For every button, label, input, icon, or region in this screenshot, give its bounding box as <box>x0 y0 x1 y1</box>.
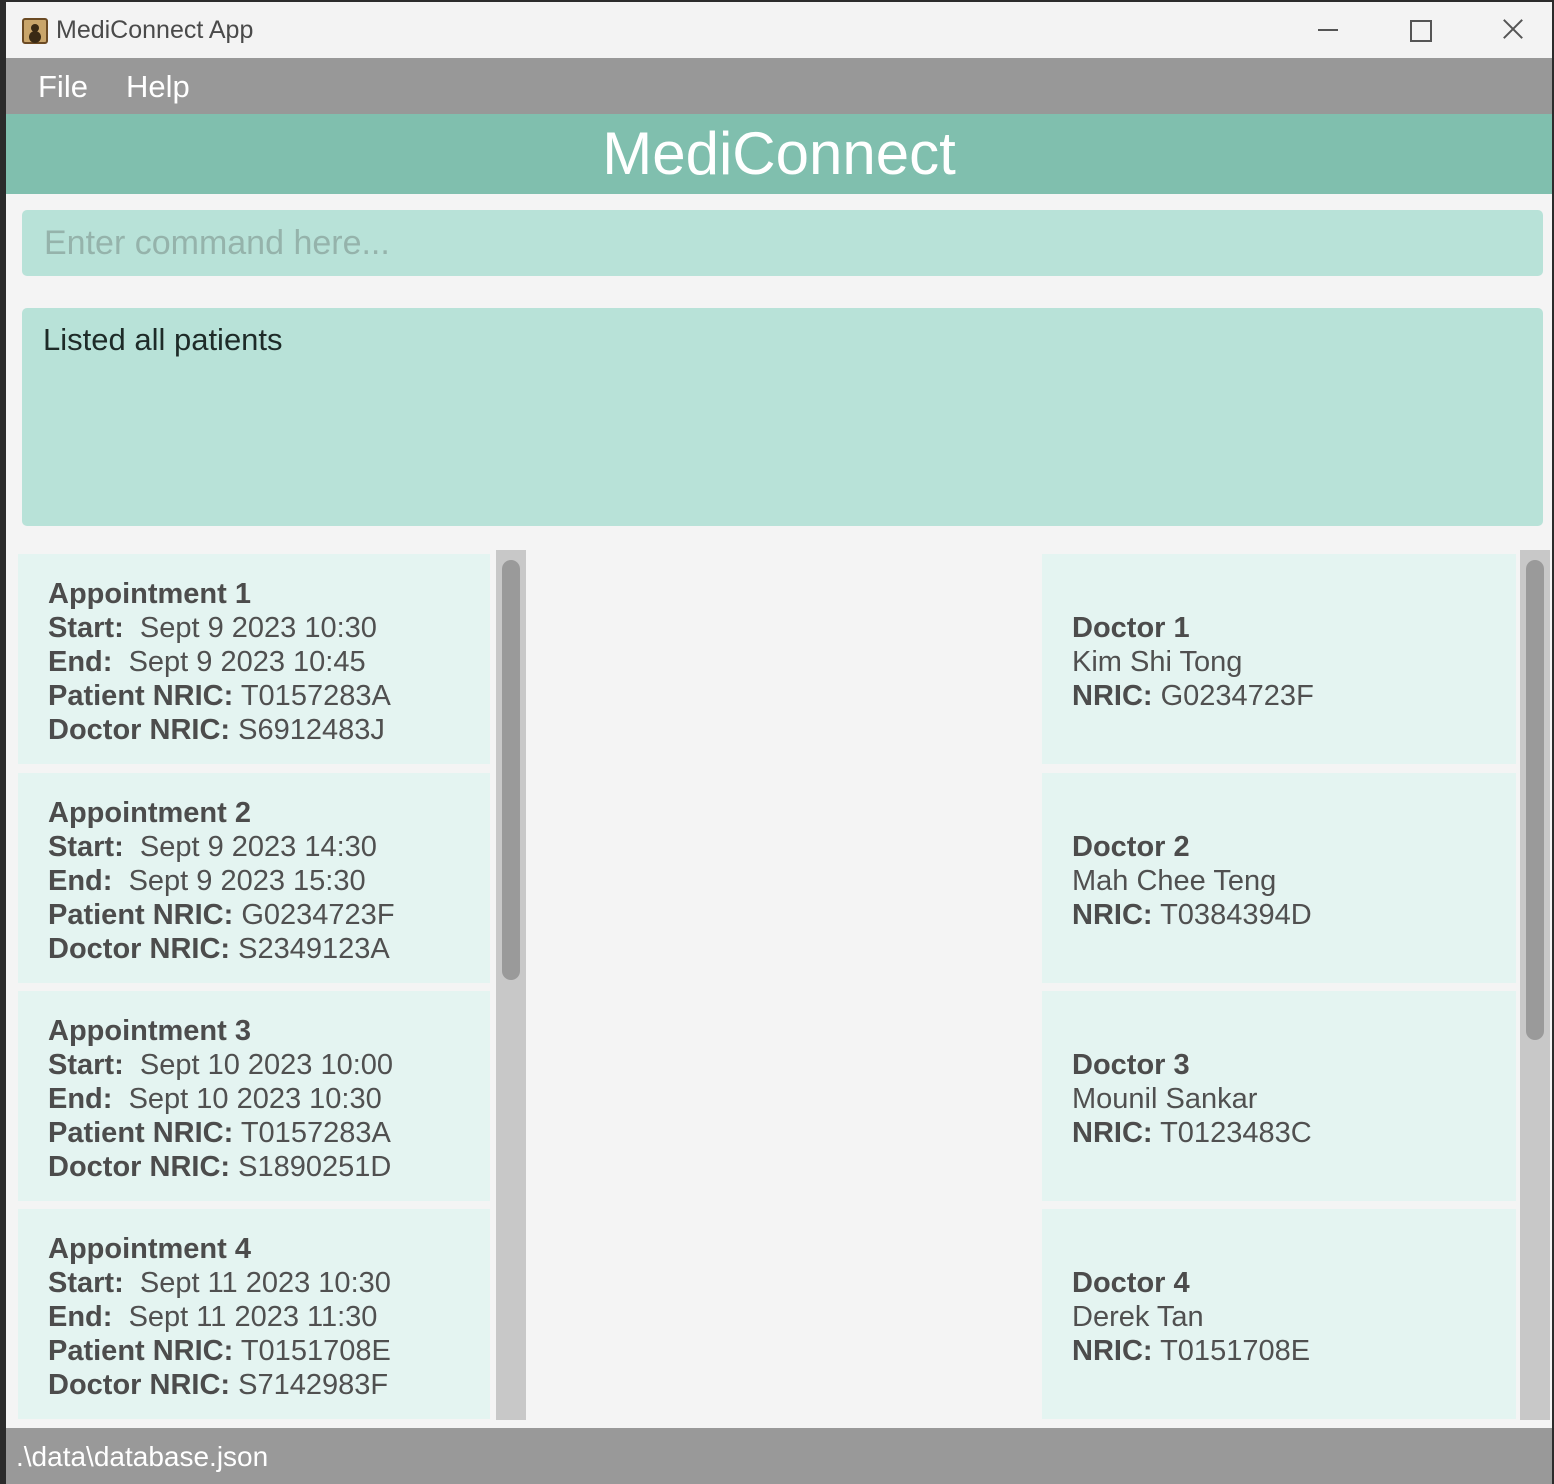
appointment-end: Sept 9 2023 15:30 <box>128 865 366 897</box>
patient-nric: T0151708E <box>240 1335 391 1367</box>
doctor-card[interactable]: Doctor 2 Mah Chee Teng NRIC: T0384394D <box>1042 773 1516 983</box>
nric-label: NRIC: <box>1072 1335 1153 1367</box>
end-label: End: <box>48 1301 113 1333</box>
start-label: Start: <box>48 1267 124 1299</box>
appointment-end: Sept 9 2023 10:45 <box>128 646 366 678</box>
patient-nric-label: Patient NRIC: <box>48 1335 234 1367</box>
doctor-list[interactable]: Doctor 1 Kim Shi Tong NRIC: G0234723F Do… <box>1042 550 1552 1420</box>
menu-help[interactable]: Help <box>126 69 190 105</box>
patient-nric-label: Patient NRIC: <box>48 899 234 931</box>
appointment-card[interactable]: Appointment 3 Start: Sept 10 2023 10:00 … <box>18 991 490 1201</box>
appointment-list-scrollbar[interactable] <box>496 550 526 1420</box>
appointment-list[interactable]: Appointment 1 Start: Sept 9 2023 10:30 E… <box>18 550 526 1420</box>
appointment-start: Sept 9 2023 14:30 <box>139 831 377 863</box>
app-window: MediConnect App File Help MediConnect Li… <box>6 2 1552 1484</box>
patient-nric: T0157283A <box>240 680 391 712</box>
patient-nric: G0234723F <box>241 899 395 931</box>
doctor-nric-label: Doctor NRIC: <box>48 933 231 965</box>
app-header-title: MediConnect <box>602 120 956 187</box>
doctor-nric-label: Doctor NRIC: <box>48 714 231 746</box>
menu-file[interactable]: File <box>38 69 88 105</box>
doctor-title: Doctor 1 <box>1072 612 1190 644</box>
menu-bar: File Help <box>6 58 1552 114</box>
scrollbar-thumb[interactable] <box>1526 560 1544 1040</box>
status-bar: .\data\database.json <box>6 1428 1552 1484</box>
appointment-end: Sept 11 2023 11:30 <box>128 1301 378 1333</box>
appointment-end: Sept 10 2023 10:30 <box>128 1083 382 1115</box>
appointment-card[interactable]: Appointment 2 Start: Sept 9 2023 14:30 E… <box>18 773 490 983</box>
appointment-start: Sept 10 2023 10:00 <box>139 1049 394 1081</box>
doctor-title: Doctor 4 <box>1072 1267 1190 1299</box>
start-label: Start: <box>48 1049 124 1081</box>
doctor-nric: S7142983F <box>238 1369 389 1401</box>
doctor-name: Kim Shi Tong <box>1072 646 1243 678</box>
maximize-icon[interactable] <box>1374 2 1466 58</box>
patient-nric-label: Patient NRIC: <box>48 680 234 712</box>
doctor-nric: S6912483J <box>238 714 385 746</box>
doctor-nric-label: Doctor NRIC: <box>48 1151 231 1183</box>
title-bar[interactable]: MediConnect App <box>6 2 1552 58</box>
doctor-card[interactable]: Doctor 3 Mounil Sankar NRIC: T0123483C <box>1042 991 1516 1201</box>
end-label: End: <box>48 1083 113 1115</box>
command-input[interactable] <box>22 210 1543 276</box>
appointment-title: Appointment 2 <box>48 797 251 829</box>
start-label: Start: <box>48 831 124 863</box>
end-label: End: <box>48 865 113 897</box>
appointment-title: Appointment 3 <box>48 1015 251 1047</box>
doctor-nric: S2349123A <box>238 933 390 965</box>
doctor-name: Derek Tan <box>1072 1301 1204 1333</box>
doctor-nric: S1890251D <box>238 1151 392 1183</box>
patient-nric: T0157283A <box>240 1117 391 1149</box>
data-file-path: .\data\database.json <box>16 1441 269 1472</box>
appointment-title: Appointment 1 <box>48 578 251 610</box>
appointment-title: Appointment 4 <box>48 1233 251 1265</box>
address-book-icon <box>22 18 48 44</box>
close-icon[interactable] <box>1466 2 1552 58</box>
doctor-nric: G0234723F <box>1160 680 1314 712</box>
result-display: Listed all patients <box>22 308 1543 526</box>
doctor-card[interactable]: Doctor 4 Derek Tan NRIC: T0151708E <box>1042 1209 1516 1419</box>
doctor-name: Mah Chee Teng <box>1072 865 1277 897</box>
minimize-icon[interactable] <box>1282 2 1374 58</box>
appointment-start: Sept 9 2023 10:30 <box>139 612 377 644</box>
doctor-nric: T0384394D <box>1160 899 1312 931</box>
appointment-card[interactable]: Appointment 4 Start: Sept 11 2023 10:30 … <box>18 1209 490 1419</box>
nric-label: NRIC: <box>1072 1117 1153 1149</box>
window-title: MediConnect App <box>56 16 254 44</box>
appointment-card[interactable]: Appointment 1 Start: Sept 9 2023 10:30 E… <box>18 554 490 764</box>
end-label: End: <box>48 646 113 678</box>
result-text: Listed all patients <box>43 322 283 357</box>
doctor-nric: T0123483C <box>1160 1117 1312 1149</box>
doctor-title: Doctor 2 <box>1072 831 1190 863</box>
doctor-list-scrollbar[interactable] <box>1520 550 1550 1420</box>
nric-label: NRIC: <box>1072 899 1153 931</box>
doctor-name: Mounil Sankar <box>1072 1083 1258 1115</box>
appointment-start: Sept 11 2023 10:30 <box>139 1267 391 1299</box>
command-box <box>22 210 1543 276</box>
app-header: MediConnect <box>6 114 1552 194</box>
patient-nric-label: Patient NRIC: <box>48 1117 234 1149</box>
doctor-card[interactable]: Doctor 1 Kim Shi Tong NRIC: G0234723F <box>1042 554 1516 764</box>
start-label: Start: <box>48 612 124 644</box>
doctor-nric: T0151708E <box>1160 1335 1311 1367</box>
nric-label: NRIC: <box>1072 680 1153 712</box>
doctor-nric-label: Doctor NRIC: <box>48 1369 231 1401</box>
scrollbar-thumb[interactable] <box>502 560 520 980</box>
doctor-title: Doctor 3 <box>1072 1049 1190 1081</box>
